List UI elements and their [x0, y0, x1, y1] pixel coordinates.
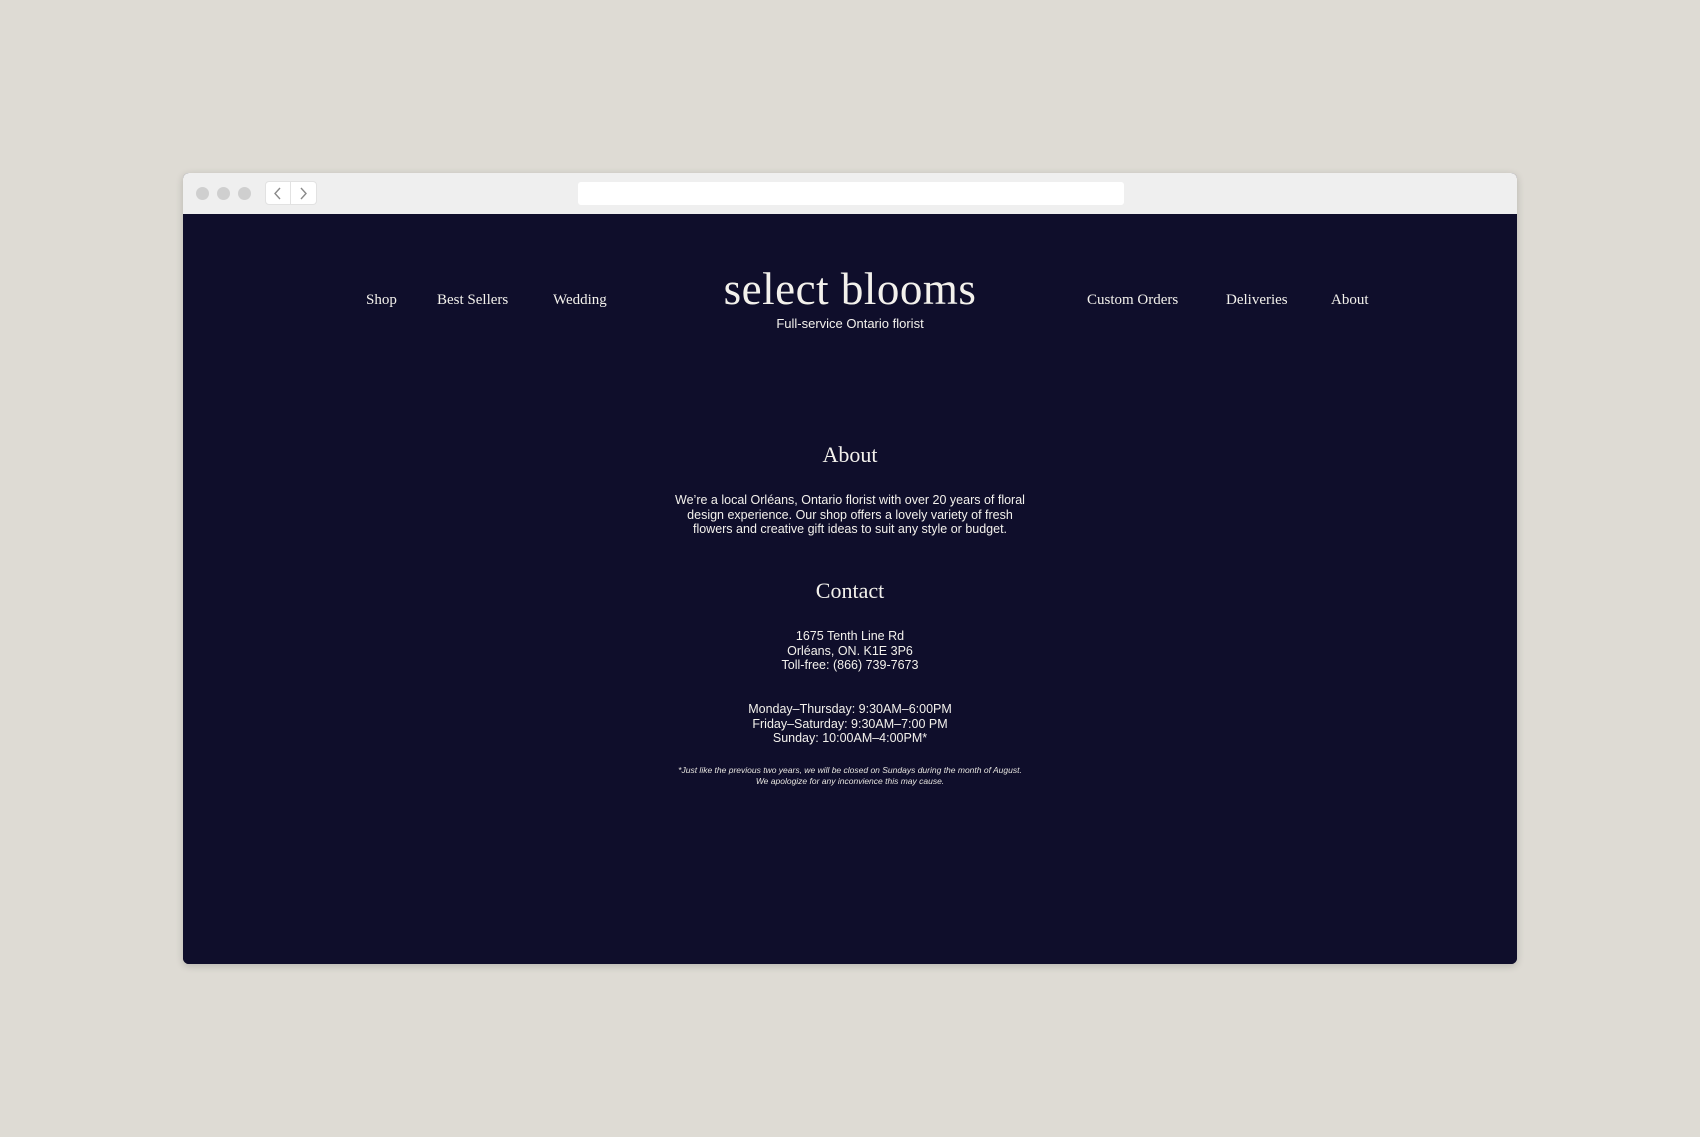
phone-number[interactable]: Toll-free: (866) 739-7673	[183, 658, 1517, 673]
contact-heading: Contact	[815, 578, 885, 603]
nav-deliveries[interactable]: Deliveries	[1226, 292, 1288, 309]
hours-line: Sunday: 10:00AM–4:00PM*	[772, 731, 928, 745]
window-minimize-dot[interactable]	[217, 187, 230, 200]
window-close-dot[interactable]	[196, 187, 209, 200]
address-city: Orléans, ON. K1E 3P6	[787, 643, 913, 658]
contact-address: 1675 Tenth Line Rd Orléans, ON. K1E 3P6 …	[183, 629, 1517, 673]
site-page: Shop Best Sellers Wedding select blooms …	[183, 214, 1517, 964]
address-bar[interactable]	[578, 182, 1124, 205]
chevron-right-icon	[300, 187, 307, 200]
about-heading: About	[822, 442, 878, 467]
store-hours: Monday–Thursday: 9:30AM–6:00PM Friday–Sa…	[183, 702, 1517, 746]
forward-button[interactable]	[291, 181, 317, 205]
browser-window: Shop Best Sellers Wedding select blooms …	[183, 173, 1517, 964]
about-line: design experience. Our shop offers a lov…	[687, 507, 1013, 522]
about-text: We’re a local Orléans, Ontario florist w…	[183, 493, 1517, 537]
about-line: We’re a local Orléans, Ontario florist w…	[675, 493, 1025, 507]
about-line: flowers and creative gift ideas to suit …	[692, 522, 1008, 536]
footnote-line: *Just like the previous two years, we wi…	[678, 765, 1022, 775]
site-logo[interactable]: select blooms	[183, 264, 1517, 314]
hours-line: Friday–Saturday: 9:30AM–7:00 PM	[752, 716, 948, 731]
nav-custom-orders[interactable]: Custom Orders	[1087, 292, 1178, 309]
site-tagline: Full-service Ontario florist	[776, 316, 924, 331]
window-maximize-dot[interactable]	[238, 187, 251, 200]
hours-line: Monday–Thursday: 9:30AM–6:00PM	[748, 702, 952, 716]
hours-footnote: *Just like the previous two years, we wi…	[183, 765, 1517, 787]
browser-toolbar	[183, 173, 1517, 215]
chevron-left-icon	[274, 187, 281, 200]
address-street: 1675 Tenth Line Rd	[795, 629, 905, 643]
back-button[interactable]	[265, 181, 291, 205]
nav-about[interactable]: About	[1331, 292, 1369, 309]
footnote-line: We apologize for any inconvience this ma…	[755, 776, 945, 786]
